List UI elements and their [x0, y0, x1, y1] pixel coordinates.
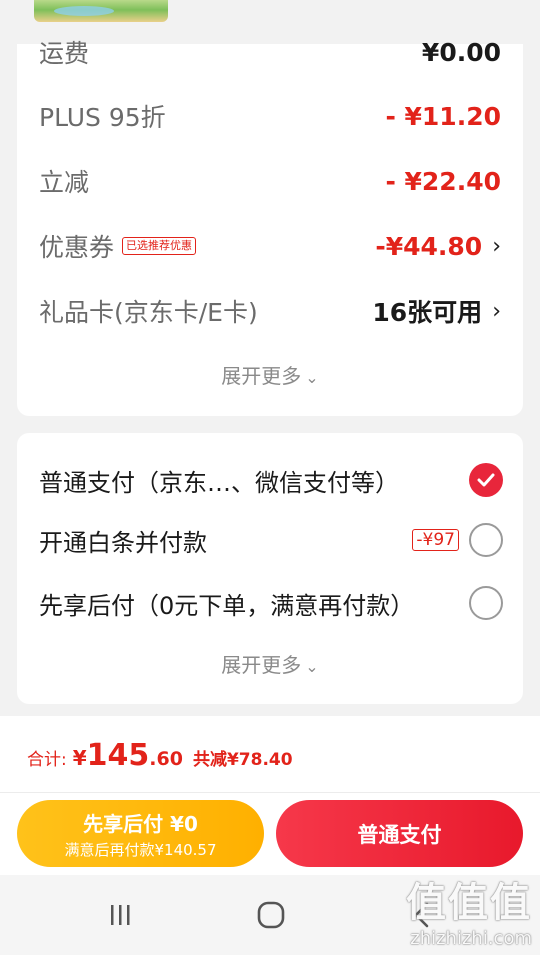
price-breakdown-card: 运费 ¥0.00 PLUS 95折 - ¥11.20 立减 - ¥22.40 优…	[17, 38, 523, 416]
radio-icon[interactable]	[469, 586, 503, 620]
instant-discount-value: - ¥22.40	[385, 166, 501, 196]
pay-later-title: 先享后付 ¥0	[83, 812, 198, 836]
site-watermark: 值值值 zhizhizhi.com	[406, 870, 532, 949]
chevron-right-icon: ›	[492, 233, 501, 259]
product-thumbnail	[34, 0, 168, 22]
shipping-value: ¥0.00	[421, 37, 501, 67]
shipping-label: 运费	[39, 39, 90, 68]
checkout-action-bar: 先享后付 ¥0 满意后再付款¥140.57 普通支付	[0, 793, 540, 875]
pay-now-button[interactable]: 普通支付	[276, 800, 523, 867]
baitiao-discount-badge: -¥97	[412, 529, 459, 551]
expand-more-label: 展开更多	[221, 653, 302, 677]
coupon-value: -¥44.80	[375, 231, 483, 261]
checked-radio-icon[interactable]	[469, 463, 503, 497]
recent-apps-icon[interactable]	[100, 895, 140, 935]
chevron-down-icon: ⌄	[305, 657, 319, 676]
coupon-row[interactable]: 优惠券 已选推荐优惠 -¥44.80 ›	[39, 226, 501, 266]
expand-more-button[interactable]: 展开更多 ⌄	[17, 360, 523, 389]
shipping-row: 运费 ¥0.00	[39, 32, 501, 72]
payment-option-label: 普通支付（京东…、微信支付等）	[39, 468, 399, 497]
total-amount-decimal: .60	[149, 748, 183, 770]
watermark-domain: zhizhizhi.com	[410, 928, 532, 949]
payment-option-label: 开通白条并付款	[39, 528, 207, 557]
total-amount-integer: 145	[86, 738, 150, 773]
chevron-right-icon: ›	[492, 298, 501, 324]
payment-option-pay-later[interactable]: 先享后付（0元下单，满意再付款）	[39, 583, 503, 623]
payment-option-baitiao[interactable]: 开通白条并付款 -¥97	[39, 520, 503, 560]
pay-later-button[interactable]: 先享后付 ¥0 满意后再付款¥140.57	[17, 800, 264, 867]
chevron-down-icon: ⌄	[305, 368, 319, 387]
gift-card-label: 礼品卡(京东卡/E卡)	[39, 298, 258, 327]
total-label: 合计:	[27, 750, 67, 770]
system-navigation-bar: 值值值 zhizhizhi.com	[0, 875, 540, 955]
total-savings: 共减¥78.40	[192, 750, 293, 770]
order-total-bar: 合计: ¥ 145 .60 共减¥78.40	[0, 716, 540, 793]
total-currency: ¥	[72, 746, 87, 770]
coupon-label: 优惠券	[39, 233, 115, 262]
expand-more-label: 展开更多	[221, 364, 302, 388]
plus-discount-row: PLUS 95折 - ¥11.20	[39, 96, 501, 136]
watermark-logo: 值值值	[406, 880, 532, 926]
payment-method-card: 普通支付（京东…、微信支付等） 开通白条并付款 -¥97 先享后付（0元下单，满…	[17, 433, 523, 704]
gift-card-value: 16张可用	[372, 298, 483, 327]
payment-option-normal[interactable]: 普通支付（京东…、微信支付等）	[39, 460, 503, 500]
radio-icon[interactable]	[469, 523, 503, 557]
plus-discount-value: - ¥11.20	[385, 101, 501, 131]
instant-discount-row: 立减 - ¥22.40	[39, 161, 501, 201]
gift-card-row[interactable]: 礼品卡(京东卡/E卡) 16张可用 ›	[39, 291, 501, 331]
payment-option-label: 先享后付（0元下单，满意再付款）	[39, 591, 415, 620]
instant-discount-label: 立减	[39, 168, 90, 197]
home-icon[interactable]	[251, 895, 291, 935]
coupon-recommended-badge: 已选推荐优惠	[122, 237, 197, 255]
plus-discount-label: PLUS 95折	[39, 103, 166, 132]
pay-later-subtitle: 满意后再付款¥140.57	[64, 841, 217, 859]
expand-more-button[interactable]: 展开更多 ⌄	[17, 649, 523, 678]
